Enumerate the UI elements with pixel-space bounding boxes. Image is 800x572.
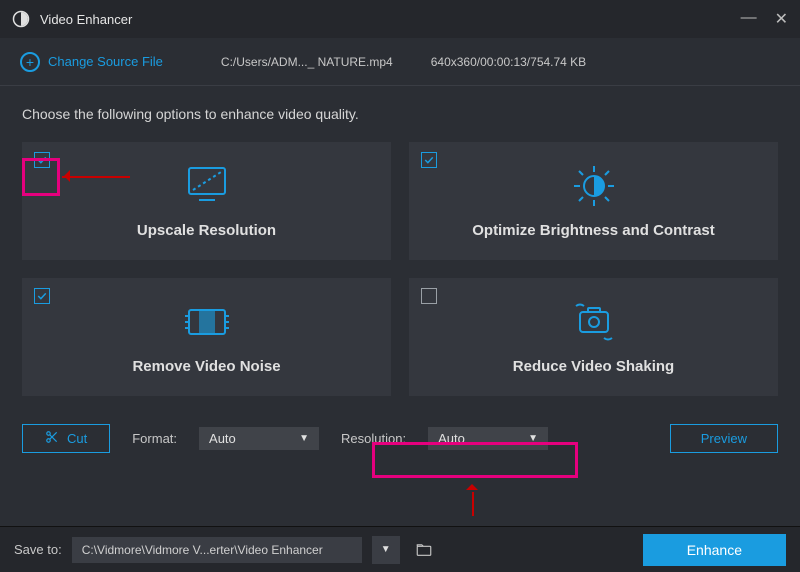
minimize-button[interactable]: —	[741, 9, 757, 29]
preview-label: Preview	[701, 431, 747, 446]
option-upscale-resolution[interactable]: Upscale Resolution	[22, 142, 391, 260]
format-select[interactable]: Auto ▼	[199, 427, 319, 450]
toolbar: + Change Source File C:/Users/ADM..._ NA…	[0, 38, 800, 86]
titlebar: Video Enhancer — ✕	[0, 0, 800, 38]
option-remove-noise[interactable]: Remove Video Noise	[22, 278, 391, 396]
open-folder-button[interactable]	[410, 536, 438, 564]
shaking-icon	[566, 300, 622, 344]
folder-icon	[415, 541, 433, 559]
option-grid: Upscale Resolution Optimize	[22, 142, 778, 396]
save-to-label: Save to:	[14, 542, 62, 557]
resolution-label: Resolution:	[341, 431, 406, 446]
enhance-button[interactable]: Enhance	[643, 534, 786, 566]
main: Choose the following options to enhance …	[0, 86, 800, 463]
checkbox-noise[interactable]	[34, 288, 50, 304]
format-label: Format:	[132, 431, 177, 446]
resolution-select[interactable]: Auto ▼	[428, 427, 548, 450]
checkbox-brightness[interactable]	[421, 152, 437, 168]
cut-button[interactable]: Cut	[22, 424, 110, 453]
plus-circle-icon: +	[20, 52, 40, 72]
option-label: Optimize Brightness and Contrast	[472, 222, 715, 239]
source-file-meta: 640x360/00:00:13/754.74 KB	[431, 55, 586, 69]
controls-row: Cut Format: Auto ▼ Resolution: Auto ▼ Pr…	[22, 424, 778, 453]
chevron-down-icon: ▼	[528, 433, 538, 444]
annotation-arrow-resolution	[464, 480, 480, 516]
save-path-dropdown[interactable]: ▼	[372, 536, 400, 564]
window-controls: — ✕	[741, 9, 788, 29]
noise-icon	[179, 300, 235, 344]
format-value: Auto	[209, 431, 236, 446]
app-title: Video Enhancer	[40, 12, 132, 27]
cut-label: Cut	[67, 431, 87, 446]
checkbox-upscale[interactable]	[34, 152, 50, 168]
scissors-icon	[45, 430, 59, 447]
option-label: Reduce Video Shaking	[513, 358, 674, 375]
save-path-field[interactable]: C:\Vidmore\Vidmore V...erter\Video Enhan…	[72, 537, 362, 563]
option-reduce-shaking[interactable]: Reduce Video Shaking	[409, 278, 778, 396]
chevron-down-icon: ▼	[299, 433, 309, 444]
option-brightness-contrast[interactable]: Optimize Brightness and Contrast	[409, 142, 778, 260]
change-source-button[interactable]: + Change Source File	[20, 52, 163, 72]
enhance-label: Enhance	[687, 542, 742, 558]
bottom-bar: Save to: C:\Vidmore\Vidmore V...erter\Vi…	[0, 526, 800, 572]
option-label: Upscale Resolution	[137, 222, 276, 239]
source-file-path: C:/Users/ADM..._ NATURE.mp4	[221, 55, 393, 69]
brightness-icon	[566, 164, 622, 208]
checkbox-shaking[interactable]	[421, 288, 437, 304]
resolution-value: Auto	[438, 431, 465, 446]
app-icon	[12, 10, 30, 28]
option-label: Remove Video Noise	[132, 358, 280, 375]
close-button[interactable]: ✕	[775, 9, 788, 29]
upscale-icon	[179, 164, 235, 208]
change-source-label: Change Source File	[48, 54, 163, 69]
preview-button[interactable]: Preview	[670, 424, 778, 453]
page-subtitle: Choose the following options to enhance …	[22, 106, 778, 122]
